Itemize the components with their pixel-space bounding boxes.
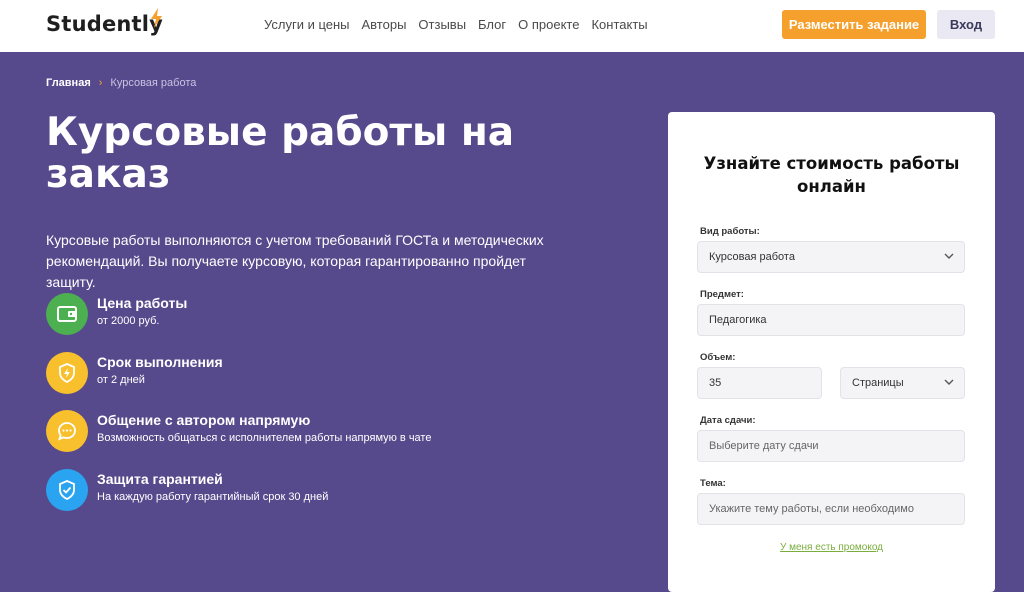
logo[interactable]: Studently [46, 12, 163, 36]
feature-subtitle: от 2000 руб. [97, 315, 160, 327]
shield-check-icon [46, 469, 88, 511]
feature-price: Цена работы от 2000 руб. [46, 293, 586, 335]
nav-item-blog[interactable]: Блог [478, 17, 506, 32]
feature-deadline: Срок выполнения от 2 дней [46, 352, 586, 394]
breadcrumb-current: Курсовая работа [110, 77, 197, 89]
breadcrumb-home[interactable]: Главная [46, 77, 91, 89]
chevron-down-icon [944, 253, 954, 259]
feature-subtitle: На каждую работу гарантийный срок 30 дне… [97, 491, 329, 503]
breadcrumb-separator: › [98, 77, 103, 89]
top-navbar: Studently Услуги и цены Авторы Отзывы Бл… [0, 0, 1024, 52]
deadline-label: Дата сдачи: [700, 415, 756, 426]
volume-unit-select[interactable]: Страницы [840, 367, 965, 399]
lightning-shield-icon [46, 352, 88, 394]
main-nav: Услуги и цены Авторы Отзывы Блог О проек… [264, 17, 648, 32]
deadline-placeholder: Выберите дату сдачи [709, 440, 819, 452]
chevron-down-icon [944, 379, 954, 385]
login-button[interactable]: Вход [937, 10, 995, 39]
work-type-select[interactable]: Курсовая работа [697, 241, 965, 273]
topic-input[interactable]: Укажите тему работы, если необходимо [697, 493, 965, 525]
feature-title: Цена работы [97, 295, 188, 311]
nav-item-services[interactable]: Услуги и цены [264, 17, 350, 32]
page-title: Курсовые работы на заказ [46, 110, 515, 197]
nav-item-about[interactable]: О проекте [518, 17, 579, 32]
feature-chat: Общение с автором напрямую Возможность о… [46, 410, 586, 452]
wallet-icon [46, 293, 88, 335]
topic-placeholder: Укажите тему работы, если необходимо [709, 503, 914, 515]
card-title: Узнайте стоимость работы онлайн [703, 154, 960, 196]
feature-subtitle: Возможность общаться с исполнителем рабо… [97, 432, 432, 444]
price-calculator-card: Узнайте стоимость работы онлайн Вид рабо… [668, 112, 995, 592]
subject-label: Предмет: [700, 289, 744, 300]
nav-item-reviews[interactable]: Отзывы [418, 17, 466, 32]
breadcrumb: Главная › Курсовая работа [46, 77, 196, 89]
work-type-value: Курсовая работа [709, 251, 795, 263]
feature-title: Срок выполнения [97, 354, 223, 370]
feature-title: Общение с автором напрямую [97, 412, 311, 428]
subject-input[interactable]: Педагогика [697, 304, 965, 336]
volume-value: 35 [709, 377, 722, 389]
promo-code-link[interactable]: У меня есть промокод [668, 542, 995, 553]
nav-item-authors[interactable]: Авторы [362, 17, 407, 32]
subject-value: Педагогика [709, 314, 767, 326]
lightning-icon [151, 8, 162, 28]
volume-input[interactable]: 35 [697, 367, 822, 399]
nav-item-contacts[interactable]: Контакты [591, 17, 647, 32]
volume-label: Объем: [700, 352, 736, 363]
deadline-input[interactable]: Выберите дату сдачи [697, 430, 965, 462]
place-order-button[interactable]: Разместить задание [782, 10, 926, 39]
chat-icon [46, 410, 88, 452]
feature-subtitle: от 2 дней [97, 374, 145, 386]
feature-title: Защита гарантией [97, 471, 223, 487]
volume-unit-value: Страницы [852, 377, 904, 389]
hero-description: Курсовые работы выполняются с учетом тре… [46, 232, 544, 290]
work-type-label: Вид работы: [700, 226, 760, 237]
feature-guarantee: Защита гарантией На каждую работу гарант… [46, 469, 586, 511]
topic-label: Тема: [700, 478, 726, 489]
